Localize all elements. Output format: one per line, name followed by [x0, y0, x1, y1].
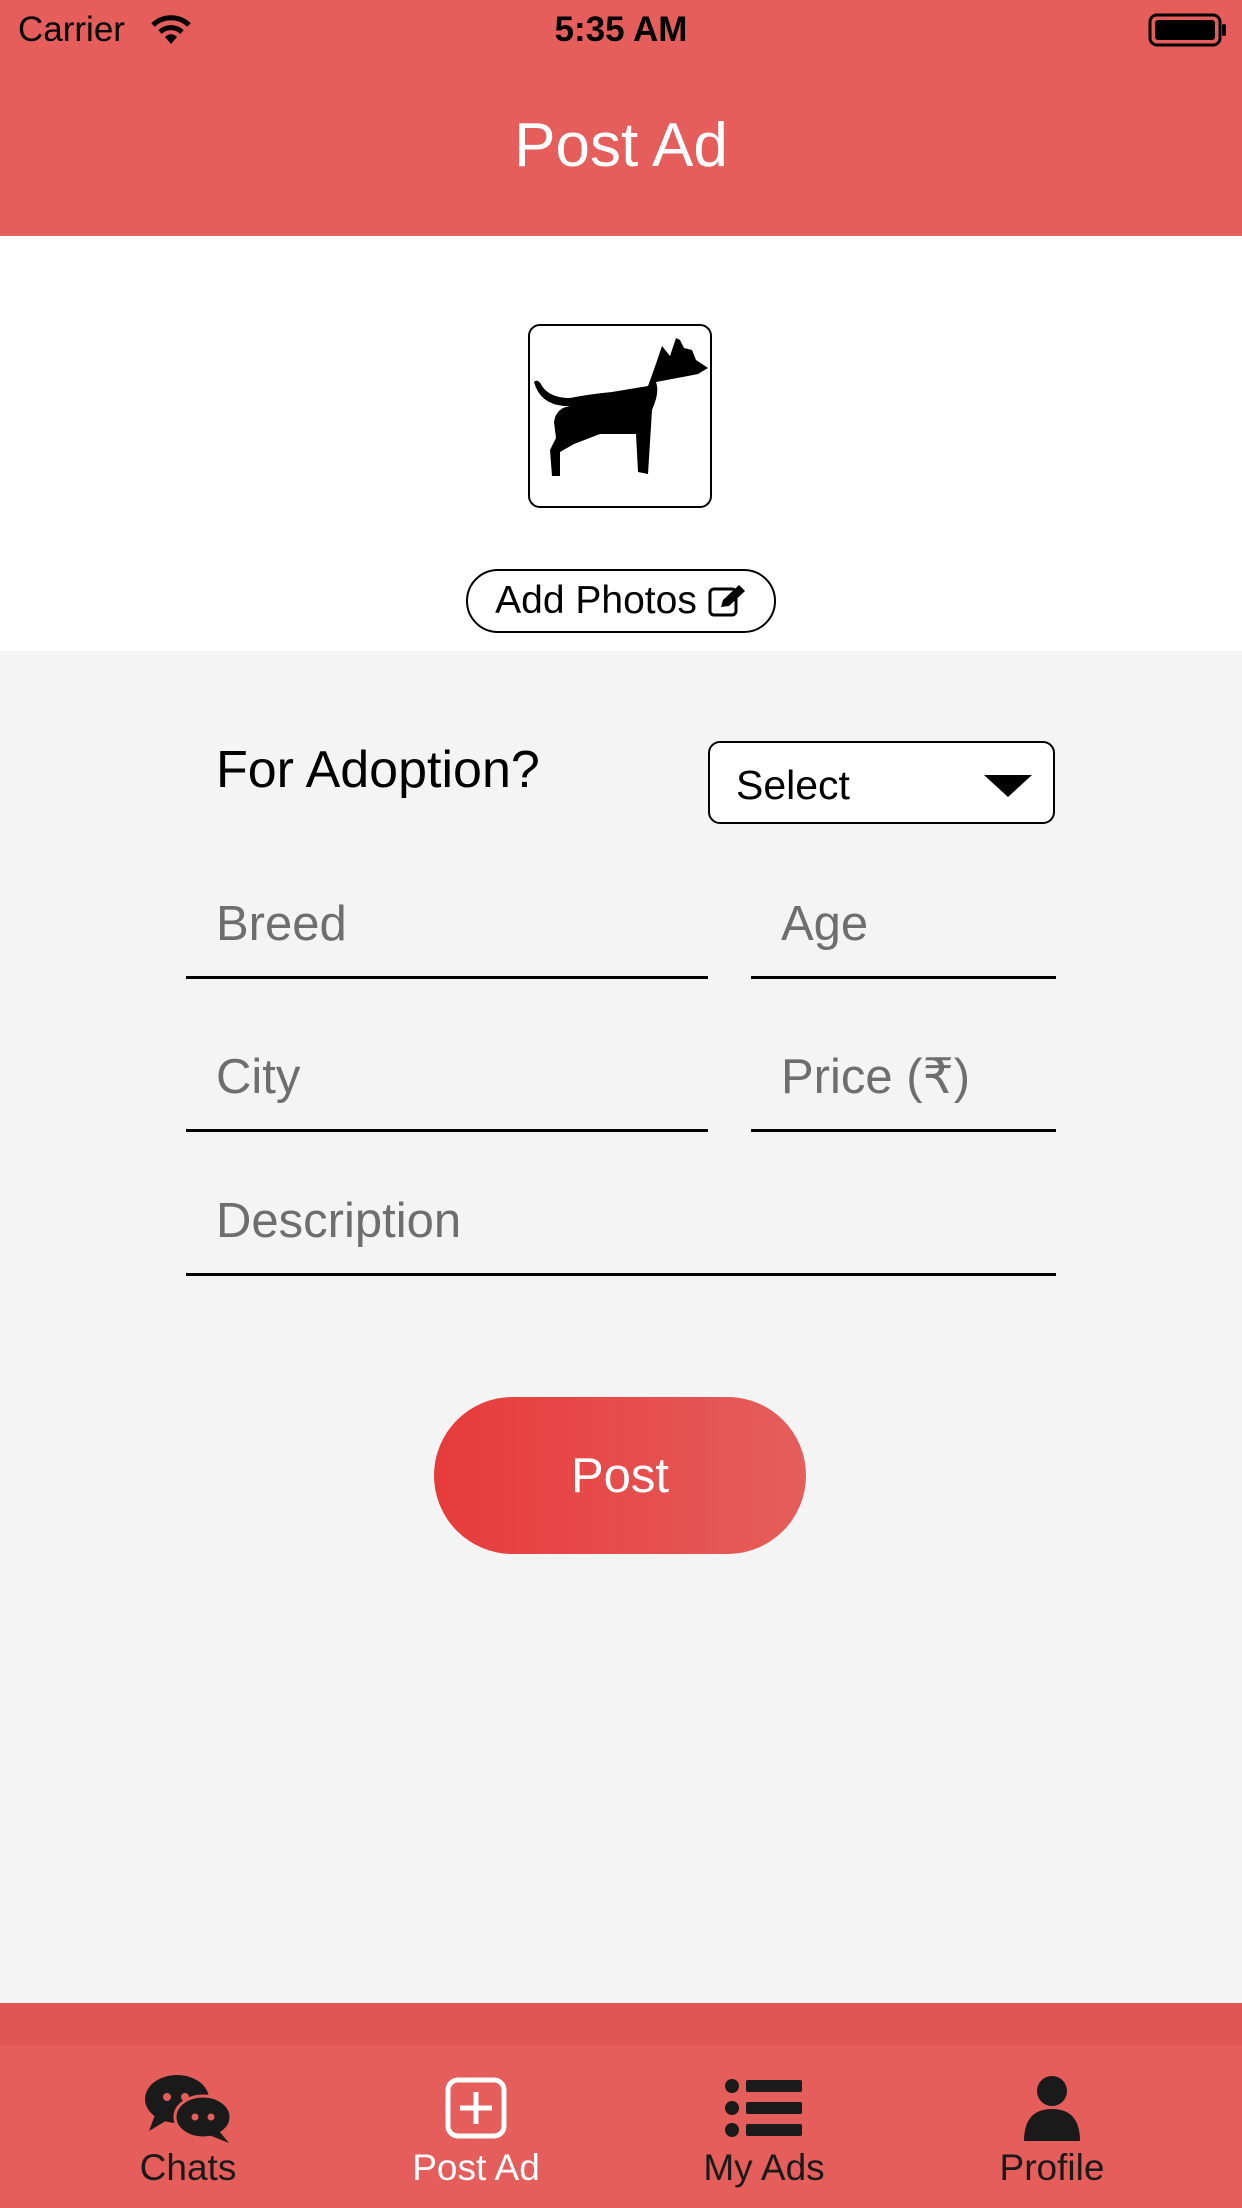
- breed-input[interactable]: [216, 896, 698, 952]
- age-input[interactable]: [781, 896, 1046, 952]
- tab-post-ad[interactable]: Post Ad: [346, 2073, 606, 2203]
- list-icon: [725, 2079, 802, 2137]
- tab-bar-divider: [0, 2003, 1242, 2045]
- breed-field: [186, 884, 708, 979]
- adoption-select[interactable]: Select: [708, 741, 1055, 824]
- user-icon: [1024, 2076, 1080, 2141]
- page-title: Post Ad: [514, 111, 728, 180]
- add-photos-button[interactable]: Add Photos: [466, 569, 776, 633]
- plus-square-icon: [445, 2077, 507, 2139]
- chat-bubbles-icon: [145, 2075, 233, 2143]
- city-input[interactable]: [216, 1049, 698, 1105]
- city-field: [186, 1037, 708, 1132]
- dog-icon: [534, 338, 708, 476]
- tab-my-ads[interactable]: My Ads: [634, 2073, 894, 2203]
- description-field: [186, 1181, 1056, 1276]
- tab-my-ads-label: My Ads: [703, 2147, 825, 2188]
- price-input[interactable]: [781, 1049, 1046, 1105]
- tab-profile[interactable]: Profile: [922, 2073, 1182, 2203]
- age-field: [751, 884, 1056, 979]
- tab-post-ad-label: Post Ad: [412, 2147, 540, 2188]
- tab-bar: Chats Post Ad My Ads Profile: [0, 2003, 1242, 2208]
- description-input[interactable]: [216, 1193, 1046, 1249]
- nav-bar: Post Ad: [0, 60, 1242, 236]
- pet-photo[interactable]: [528, 324, 712, 508]
- edit-icon: [708, 585, 745, 617]
- tab-chats[interactable]: Chats: [58, 2073, 318, 2203]
- battery-icon: [1148, 13, 1226, 47]
- post-button-label: Post: [570, 1448, 670, 1503]
- adoption-select-value: Select: [736, 762, 850, 808]
- price-field: [751, 1037, 1056, 1132]
- adoption-label: For Adoption?: [216, 741, 540, 799]
- tab-chats-label: Chats: [139, 2147, 237, 2188]
- status-bar: Carrier 5:35 AM: [0, 0, 1242, 60]
- tab-profile-label: Profile: [999, 2147, 1105, 2188]
- status-time: 5:35 AM: [554, 10, 688, 49]
- dropdown-caret-icon: [984, 775, 1032, 797]
- post-button[interactable]: Post: [434, 1397, 806, 1554]
- add-photos-label: Add Photos: [495, 579, 697, 622]
